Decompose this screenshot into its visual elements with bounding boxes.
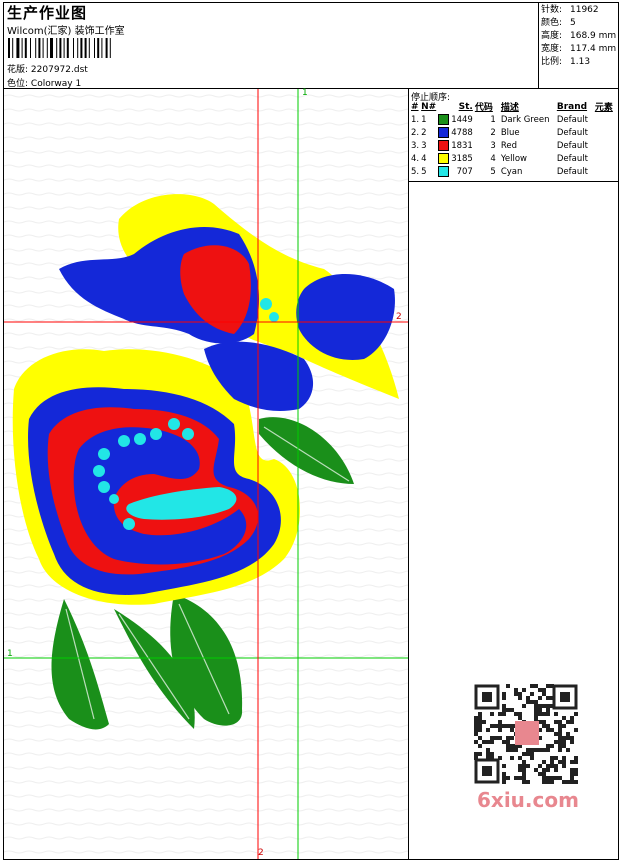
row-description: Yellow (500, 153, 528, 164)
qr-center-logo (515, 721, 539, 745)
row-brand: Default (556, 127, 588, 138)
color-swatch (438, 140, 450, 151)
design-value: 2207972.dst (30, 65, 88, 75)
color-swatch-cell (437, 113, 450, 126)
stat-stitches: 针数: 11962 (541, 5, 599, 15)
row-index: 3. (411, 140, 420, 151)
company-name: Wilcom(汇家) 装饰工作室 (7, 26, 125, 37)
colorway-label: 色位: (7, 79, 29, 89)
row-stitches: 707 (456, 166, 473, 177)
row-code: 4 (490, 153, 496, 164)
row-code: 2 (490, 127, 496, 138)
row-needle: 4 (421, 153, 427, 164)
col-description: 描述 (500, 103, 519, 113)
row-needle: 1 (421, 114, 427, 125)
design-stats: 针数: 11962 颜色: 5 高度: 168.9 mm 宽度: 117.4 mm 比例… (541, 4, 616, 69)
row-stitches: 1831 (451, 140, 473, 151)
row-stitches: 4788 (451, 127, 473, 138)
row-element (594, 139, 614, 152)
color-swatch-cell (437, 139, 450, 152)
row-code: 1 (490, 114, 496, 125)
col-stitches: St. (458, 101, 473, 112)
col-code: 代码 (474, 103, 493, 113)
row-brand: Default (556, 166, 588, 177)
row-needle: 2 (421, 127, 427, 138)
table-row: 5. 5 707 5 Cyan Default (410, 165, 614, 178)
row-brand: Default (556, 140, 588, 151)
color-swatch-cell (437, 165, 450, 178)
row-element (594, 126, 614, 139)
row-stitches: 1449 (451, 114, 473, 125)
stop-sequence-table: # N# St. 代码 描述 Brand 元素 1. 1 1449 1 Dark Gre… (410, 100, 614, 178)
row-index: 5. (411, 166, 420, 177)
guide-label-red-bottom: 2 (258, 848, 264, 858)
row-element (594, 113, 614, 126)
row-element (594, 152, 614, 165)
stop-panel-divider (408, 181, 619, 182)
row-description: Red (500, 140, 517, 151)
row-needle: 3 (421, 140, 427, 151)
row-stitches: 3185 (451, 153, 473, 164)
stat-colors: 颜色: 5 (541, 18, 576, 28)
row-code: 3 (490, 140, 496, 151)
guide-label-green-left: 1 (7, 649, 13, 659)
row-needle: 5 (421, 166, 427, 177)
color-swatch-cell (437, 126, 450, 139)
row-index: 2. (411, 127, 420, 138)
row-element (594, 165, 614, 178)
stat-scale: 比例: 1.13 (541, 57, 591, 67)
row-code: 5 (490, 166, 496, 177)
row-brand: Default (556, 153, 588, 164)
color-swatch-cell (437, 152, 450, 165)
color-swatch (438, 127, 450, 138)
col-index: # (411, 101, 419, 112)
barcode (8, 38, 111, 58)
table-header-row: # N# St. 代码 描述 Brand 元素 (410, 100, 614, 114)
guide-label-red-right: 2 (396, 312, 402, 322)
design-label: 花版: (7, 65, 29, 75)
row-brand: Default (556, 114, 588, 125)
row-description: Dark Green (500, 114, 550, 125)
design-file: 花版: 2207972.dst (7, 62, 88, 75)
table-row: 1. 1 1449 1 Dark Green Default (410, 113, 614, 126)
watermark-logo: 6xiu.com (477, 788, 579, 812)
row-index: 4. (411, 153, 420, 164)
page-title: 生产作业图 (7, 4, 88, 22)
stat-width: 宽度: 117.4 mm (541, 44, 617, 54)
color-swatch (438, 114, 450, 125)
color-swatch (438, 166, 450, 177)
embroidery-canvas (4, 89, 408, 859)
col-brand: Brand (556, 101, 588, 112)
guide-label-green-top: 1 (302, 88, 308, 98)
colorway: 色位: Colorway 1 (7, 76, 81, 89)
qr-code-watermark (471, 681, 581, 787)
table-row: 4. 4 3185 4 Yellow Default (410, 152, 614, 165)
col-element: 元素 (594, 103, 613, 113)
table-row: 3. 3 1831 3 Red Default (410, 139, 614, 152)
stat-height: 高度: 168.9 mm (541, 31, 617, 41)
color-swatch (438, 153, 450, 164)
row-index: 1. (411, 114, 420, 125)
table-row: 2. 2 4788 2 Blue Default (410, 126, 614, 139)
row-description: Blue (500, 127, 520, 138)
row-description: Cyan (500, 166, 523, 177)
colorway-value: Colorway 1 (30, 79, 82, 89)
col-needle: N# (421, 101, 437, 112)
